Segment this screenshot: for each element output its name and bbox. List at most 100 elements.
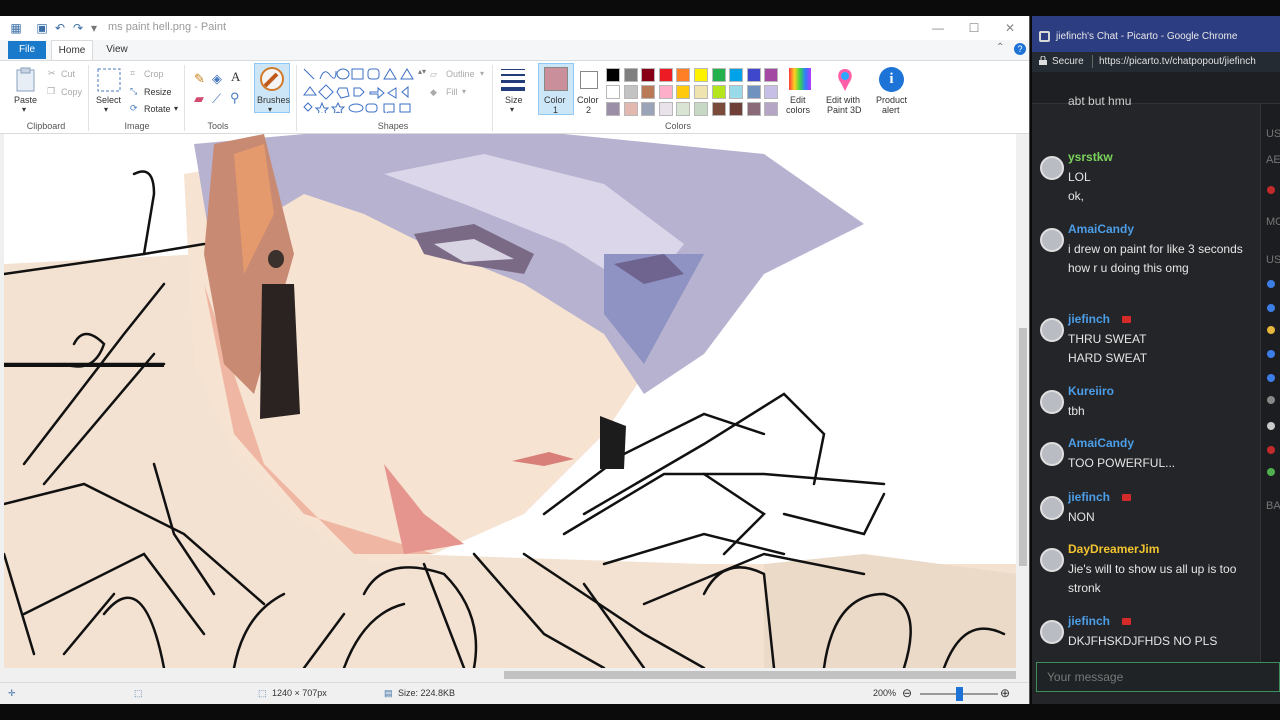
edit-colors-button[interactable]: Edit [790, 95, 806, 105]
user-icon[interactable] [1267, 186, 1275, 194]
palette-swatch[interactable] [729, 102, 744, 116]
palette-swatch[interactable] [623, 85, 638, 99]
vertical-scroll-thumb[interactable] [1019, 328, 1027, 566]
paste-button[interactable]: Paste [14, 95, 37, 105]
user-icon[interactable] [1267, 304, 1275, 312]
user-avatar[interactable] [1040, 620, 1064, 644]
horizontal-scroll-thumb[interactable] [504, 671, 1016, 679]
palette-swatch[interactable] [764, 102, 779, 116]
tab-home[interactable]: Home [51, 40, 93, 60]
zoom-slider-thumb[interactable] [956, 687, 963, 701]
select-button[interactable]: Select [96, 95, 121, 105]
palette-swatch[interactable] [746, 85, 761, 99]
address-bar[interactable]: Secure https://picarto.tv/chatpopout/jie… [1032, 52, 1280, 72]
rotate-button[interactable]: Rotate [144, 104, 171, 114]
product-alert-icon[interactable]: i [879, 67, 904, 92]
paint3d-icon[interactable] [833, 67, 857, 93]
palette-swatch[interactable] [711, 102, 726, 116]
copy-button[interactable]: Copy [61, 87, 82, 97]
chat-username[interactable]: jiefinch [1068, 312, 1110, 326]
color-picker-icon[interactable]: ⟋ [212, 91, 221, 107]
horizontal-scrollbar[interactable] [4, 668, 1016, 682]
tab-view[interactable]: View [100, 41, 134, 59]
user-avatar[interactable] [1040, 228, 1064, 252]
palette-swatch[interactable] [641, 102, 656, 116]
magnifier-icon[interactable]: ⚲ [230, 90, 240, 106]
chat-username[interactable]: AmaiCandy [1068, 222, 1134, 236]
paste-icon[interactable] [14, 67, 38, 93]
product-alert-button[interactable]: Product [876, 95, 907, 105]
palette-swatch[interactable] [694, 102, 708, 116]
select-dropdown-icon[interactable]: ▾ [104, 105, 108, 114]
outline-dropdown-icon[interactable]: ▾ [480, 69, 484, 78]
color2-swatch[interactable] [580, 71, 598, 89]
outline-button[interactable]: Outline [446, 69, 475, 79]
zoom-in-icon[interactable]: ⊕ [1000, 686, 1010, 700]
cut-button[interactable]: Cut [61, 69, 75, 79]
pencil-icon[interactable]: ✎ [194, 71, 205, 87]
chat-username[interactable]: DayDreamerJim [1068, 542, 1159, 556]
shapes-gallery[interactable] [302, 67, 420, 113]
user-icon[interactable] [1267, 422, 1275, 430]
user-icon[interactable] [1267, 396, 1275, 404]
size-icon[interactable] [500, 67, 526, 93]
user-avatar[interactable] [1040, 548, 1064, 572]
user-icon[interactable] [1267, 326, 1275, 334]
user-avatar[interactable] [1040, 318, 1064, 342]
select-icon[interactable] [96, 67, 122, 93]
chat-username[interactable]: jiefinch [1068, 490, 1110, 504]
fill-icon[interactable]: ◈ [212, 71, 222, 87]
chat-username[interactable]: ysrstkw [1068, 150, 1113, 164]
drawing-canvas[interactable] [4, 134, 1016, 668]
chat-message-input[interactable] [1047, 669, 1267, 685]
chat-username[interactable]: Kureiiro [1068, 384, 1114, 398]
size-button[interactable]: Size [505, 95, 523, 105]
size-dropdown-icon[interactable]: ▾ [510, 105, 514, 114]
palette-swatch[interactable] [694, 68, 708, 82]
crop-button[interactable]: Crop [144, 69, 164, 79]
user-avatar[interactable] [1040, 156, 1064, 180]
palette-swatch[interactable] [658, 85, 673, 99]
quick-access-dropdown-icon[interactable]: ▾ [86, 20, 102, 36]
palette-swatch[interactable] [711, 85, 726, 99]
palette-swatch[interactable] [694, 85, 708, 99]
palette-swatch[interactable] [658, 102, 673, 116]
chat-username[interactable]: jiefinch [1068, 614, 1110, 628]
brushes-button[interactable]: Brushes [257, 95, 290, 105]
fill-button[interactable]: Fill [446, 87, 458, 97]
user-icon[interactable] [1267, 350, 1275, 358]
brushes-dropdown-icon[interactable]: ▾ [268, 105, 272, 114]
edit-colors-icon[interactable] [788, 67, 812, 91]
help-icon[interactable]: ? [1014, 43, 1026, 55]
user-avatar[interactable] [1040, 442, 1064, 466]
palette-swatch[interactable] [729, 68, 744, 82]
tab-file[interactable]: File [8, 41, 46, 59]
palette-swatch[interactable] [623, 102, 638, 116]
palette-swatch[interactable] [606, 102, 620, 116]
undo-icon[interactable]: ↶ [52, 20, 68, 36]
chat-username[interactable]: AmaiCandy [1068, 436, 1134, 450]
user-icon[interactable] [1267, 280, 1275, 288]
fill-dropdown-icon[interactable]: ▾ [462, 87, 466, 96]
palette-swatch[interactable] [641, 68, 656, 82]
edit-with-paint3d-button[interactable]: Edit with [826, 95, 860, 105]
palette-swatch[interactable] [658, 68, 673, 82]
vertical-scrollbar[interactable] [1016, 134, 1029, 668]
color1-swatch[interactable] [544, 67, 568, 91]
chat-input-box[interactable] [1036, 662, 1280, 692]
user-avatar[interactable] [1040, 496, 1064, 520]
palette-swatch[interactable] [623, 68, 638, 82]
redo-icon[interactable]: ↷ [70, 20, 86, 36]
close-button[interactable]: ✕ [992, 18, 1028, 38]
maximize-button[interactable]: ☐ [956, 18, 992, 38]
palette-swatch[interactable] [676, 102, 691, 116]
palette-swatch[interactable] [764, 85, 779, 99]
collapse-ribbon-icon[interactable]: ⌃ [996, 42, 1008, 56]
zoom-out-icon[interactable]: ⊖ [902, 686, 912, 700]
paste-dropdown-icon[interactable]: ▾ [22, 105, 26, 114]
minimize-button[interactable]: — [920, 18, 956, 38]
text-icon[interactable]: A [231, 69, 240, 85]
palette-swatch[interactable] [746, 102, 761, 116]
palette-swatch[interactable] [711, 68, 726, 82]
palette-swatch[interactable] [676, 68, 691, 82]
